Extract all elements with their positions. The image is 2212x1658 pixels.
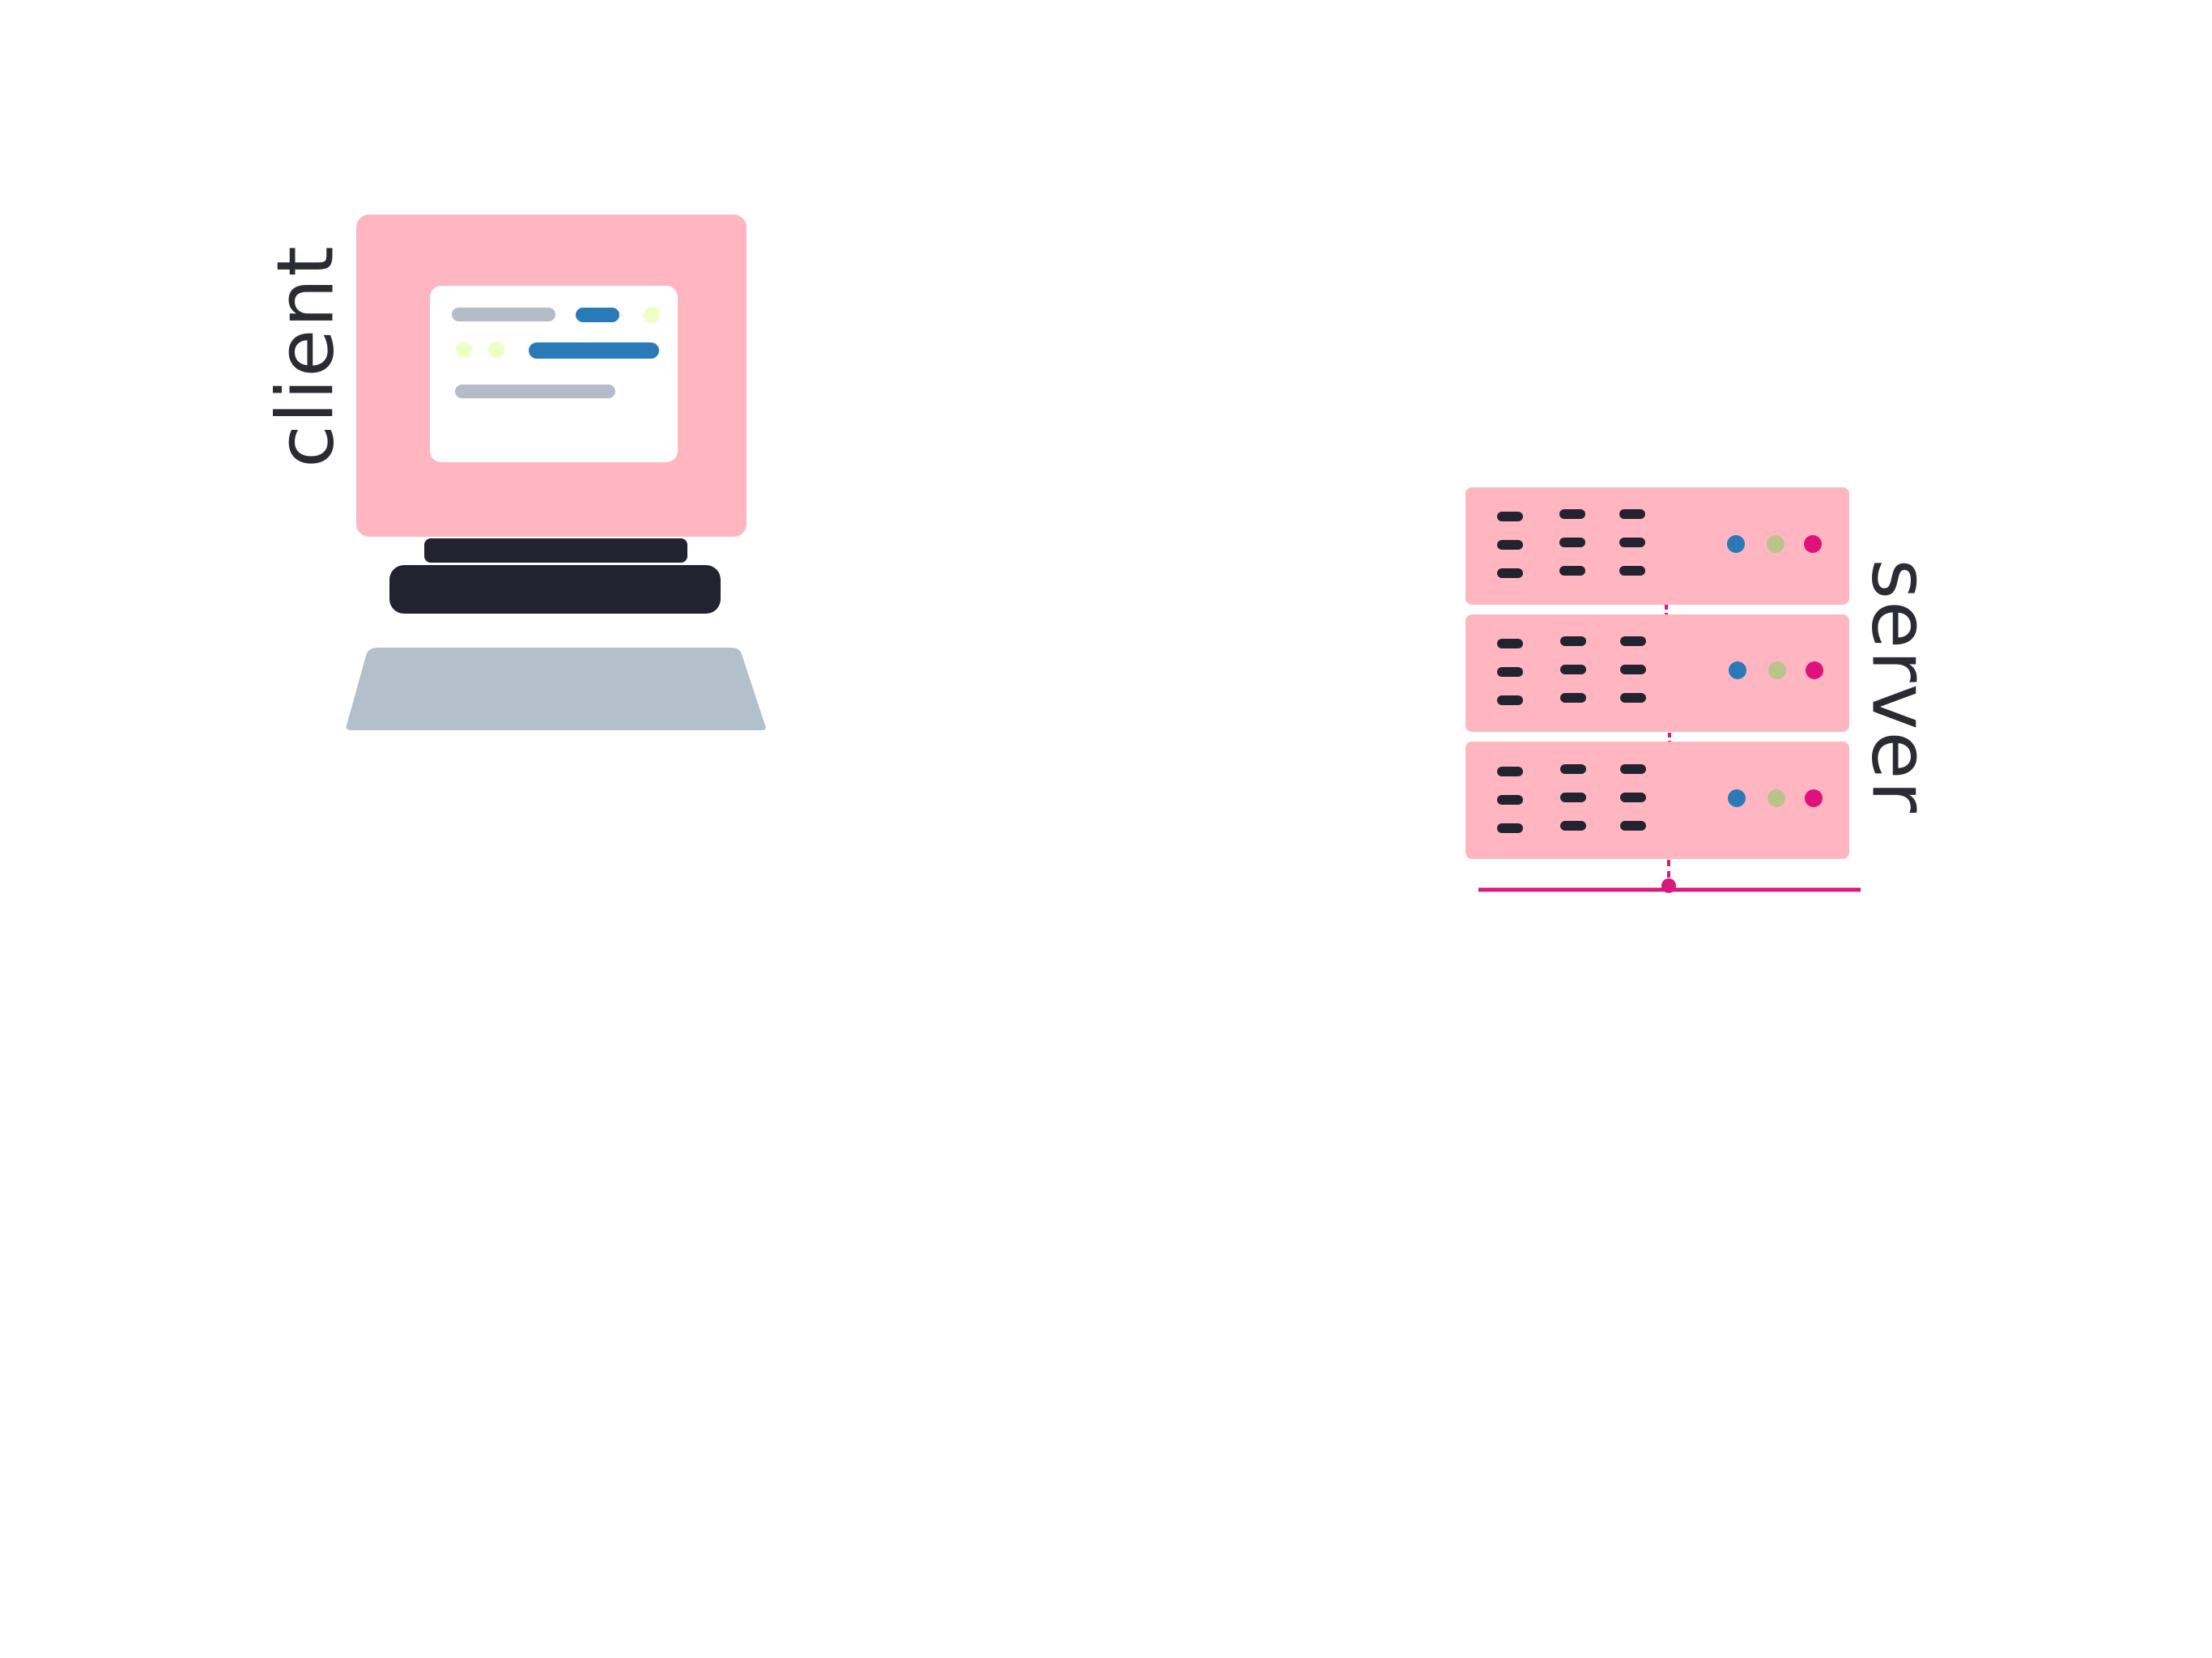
status-led-magenta bbox=[1806, 661, 1823, 679]
server-unit bbox=[1465, 742, 1849, 859]
server-unit bbox=[1465, 487, 1849, 605]
status-led-blue bbox=[1727, 535, 1745, 553]
screen-dot-lime-1 bbox=[644, 307, 660, 323]
status-led-olive bbox=[1768, 661, 1786, 679]
client-label: client bbox=[260, 244, 351, 468]
monitor-stand-neck bbox=[424, 538, 687, 563]
status-led-magenta bbox=[1804, 535, 1822, 553]
screen-bar-gray-bottom bbox=[455, 385, 615, 398]
network-node bbox=[1661, 878, 1676, 893]
status-led-olive bbox=[1767, 789, 1785, 807]
server-unit bbox=[1465, 614, 1849, 732]
status-led-blue bbox=[1729, 661, 1746, 679]
client-server-diagram: client server bbox=[260, 215, 1946, 893]
screen-dot-lime-3 bbox=[488, 342, 504, 358]
status-led-olive bbox=[1767, 535, 1784, 553]
status-led-magenta bbox=[1805, 789, 1823, 807]
status-led-blue bbox=[1728, 789, 1746, 807]
client-computer-icon bbox=[346, 215, 766, 730]
screen-bar-gray-top bbox=[452, 308, 555, 321]
screen-dot-lime-2 bbox=[456, 342, 472, 358]
server-label: server bbox=[1855, 559, 1946, 814]
screen-bar-blue-long bbox=[529, 342, 659, 359]
monitor-stand-base bbox=[389, 565, 721, 614]
server-rack-icon bbox=[1465, 487, 1861, 893]
keyboard bbox=[346, 648, 766, 730]
screen-bar-blue-short bbox=[576, 308, 619, 322]
